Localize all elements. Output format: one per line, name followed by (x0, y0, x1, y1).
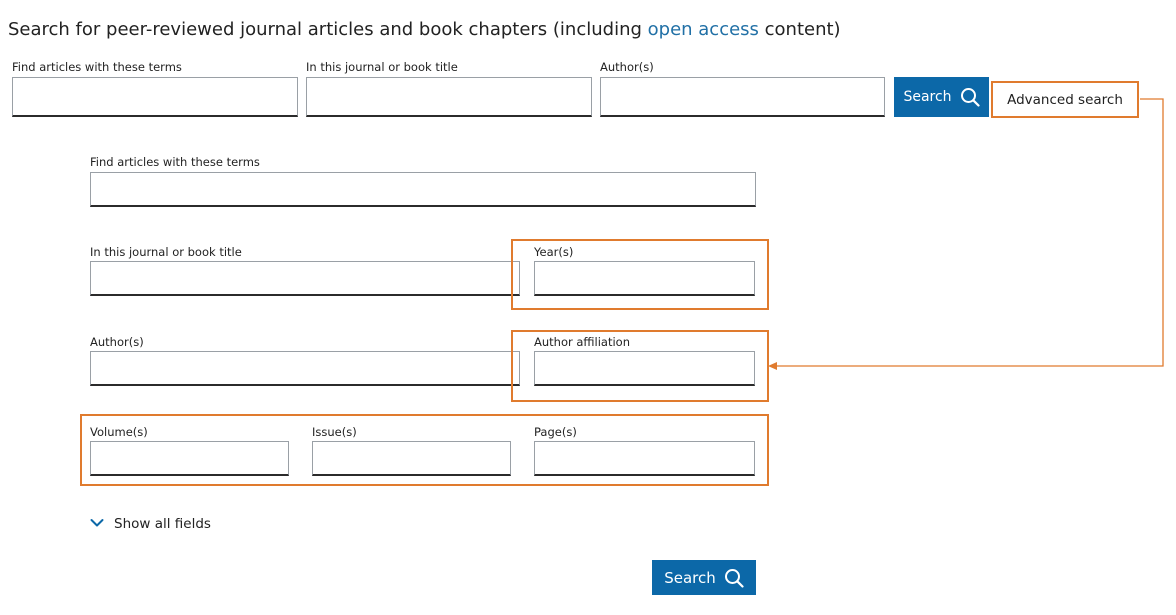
page-headline: Search for peer-reviewed journal article… (8, 19, 841, 41)
highlight-volume-issue-pages-box (80, 414, 769, 486)
highlight-affiliation-box (511, 330, 769, 402)
adv-journal-input[interactable] (90, 261, 520, 296)
adv-authors-input[interactable] (90, 351, 520, 386)
adv-authors-label: Author(s) (90, 335, 144, 349)
quick-journal-label: In this journal or book title (306, 60, 458, 74)
quick-terms-label: Find articles with these terms (12, 60, 182, 74)
show-all-fields-toggle[interactable]: Show all fields (90, 516, 211, 532)
headline-text-before: Search for peer-reviewed journal article… (8, 19, 648, 40)
open-access-link[interactable]: open access (648, 19, 759, 40)
headline-text-after: content) (758, 19, 841, 40)
advanced-search-connector-arrow (768, 98, 1164, 370)
chevron-down-icon (90, 516, 104, 532)
show-all-fields-label: Show all fields (114, 516, 211, 532)
highlight-years-box (511, 239, 769, 310)
quick-terms-input[interactable] (12, 77, 298, 117)
advanced-search-submit-label: Search (664, 568, 716, 587)
quick-author-label: Author(s) (600, 60, 654, 74)
adv-terms-label: Find articles with these terms (90, 155, 260, 169)
search-icon (724, 568, 744, 588)
adv-journal-label: In this journal or book title (90, 245, 242, 259)
page: Search for peer-reviewed journal article… (0, 0, 1176, 615)
adv-terms-input[interactable] (90, 172, 756, 207)
advanced-search-submit-button[interactable]: Search (652, 560, 756, 595)
quick-journal-input[interactable] (306, 77, 592, 117)
